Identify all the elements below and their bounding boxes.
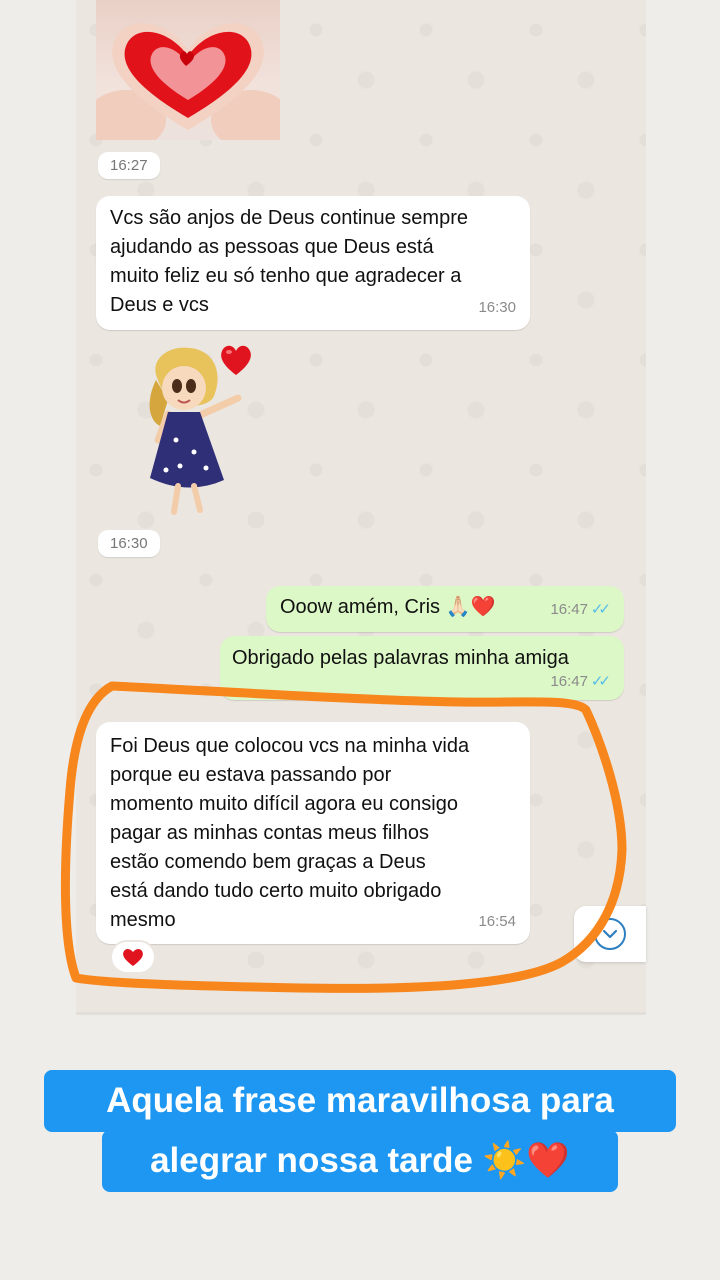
sticker-time: 16:30 (98, 530, 160, 557)
heart-reaction[interactable] (110, 940, 156, 974)
message-text: Foi Deus que colocou vcs na minha vida p… (110, 735, 470, 931)
message-time: 16:47 (550, 673, 588, 690)
message-text: Vcs são anjos de Deus continue sempre aj… (110, 207, 468, 316)
scroll-circle (594, 918, 626, 950)
chat-bottom-divider (76, 1012, 646, 1015)
story-caption-line-1: Aquela frase maravilhosa para (44, 1070, 676, 1132)
incoming-message[interactable]: Vcs são anjos de Deus continue sempre aj… (96, 196, 530, 330)
outgoing-message[interactable]: Obrigado pelas palavras minha amiga 16:4… (220, 636, 624, 700)
chevron-down-icon (602, 929, 618, 939)
heart-hands-image (96, 23, 280, 140)
sticker-time: 16:27 (98, 152, 160, 179)
chat-screenshot: 16:27 Vcs são anjos de Deus continue sem… (76, 0, 646, 1012)
message-time: 16:47 (550, 601, 588, 618)
red-heart-icon (221, 345, 251, 375)
incoming-message[interactable]: Foi Deus que colocou vcs na minha vida p… (96, 722, 530, 944)
heart-hands-sticker (96, 0, 280, 140)
read-ticks-icon: ✓✓ (590, 601, 611, 618)
message-time: 16:30 (478, 299, 516, 316)
heart-icon (123, 949, 143, 966)
message-text: Ooow amém, Cris 🙏🏻❤️ (280, 596, 496, 618)
scroll-to-bottom-button[interactable] (574, 906, 646, 962)
message-text: Obrigado pelas palavras minha amiga (232, 647, 569, 669)
read-ticks-icon: ✓✓ (590, 673, 611, 690)
outgoing-message[interactable]: Ooow amém, Cris 🙏🏻❤️ 16:47 ✓✓ (266, 586, 624, 632)
story-caption-line-2: alegrar nossa tarde ☀️❤️ (102, 1130, 618, 1192)
message-time: 16:54 (478, 913, 516, 930)
